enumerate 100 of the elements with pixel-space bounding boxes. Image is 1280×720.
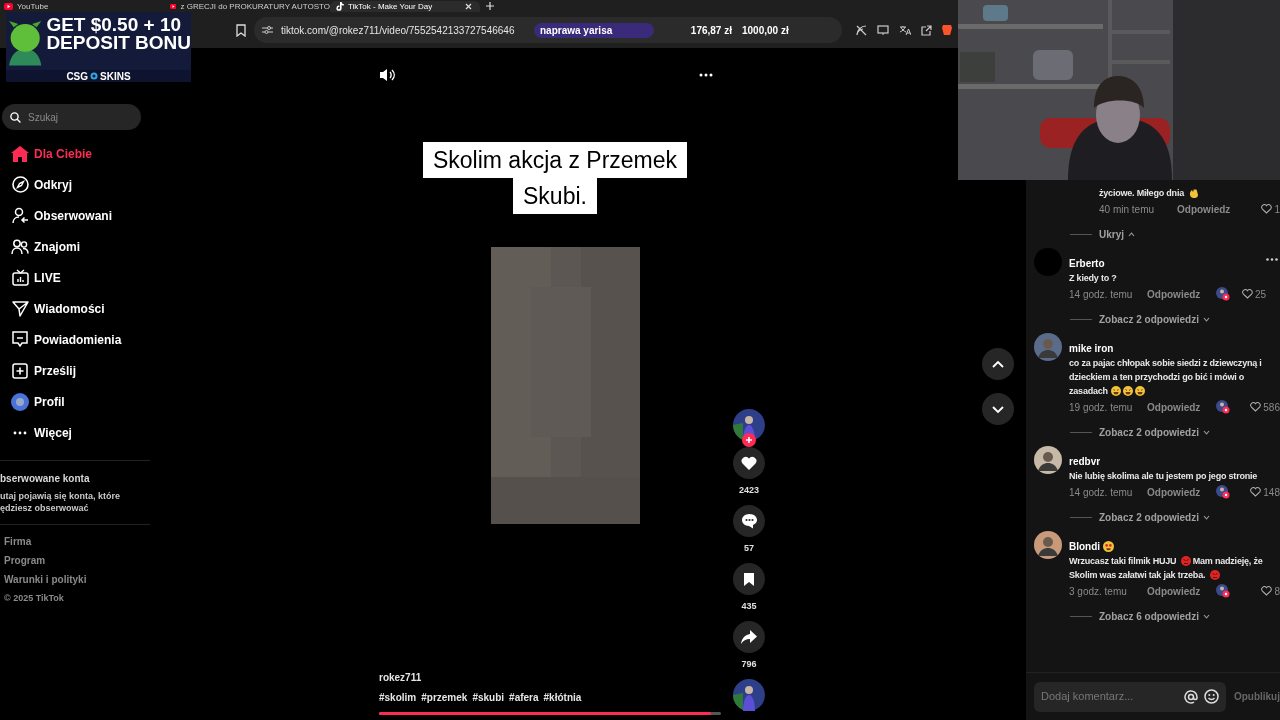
hashtag-link[interactable]: #afera (509, 690, 539, 705)
plus-square-icon (12, 362, 28, 379)
comment-time: 40 min temu (1099, 202, 1156, 217)
search-field[interactable]: Szukaj (28, 109, 128, 125)
comment-author[interactable]: Erberto (1069, 256, 1105, 271)
replies-toggle[interactable]: Zobacz 2 odpowiedzi (1099, 311, 1210, 327)
cast-icon[interactable] (877, 25, 889, 35)
nav-item[interactable]: Powiadomienia (0, 324, 190, 355)
browser-tab[interactable]: YouTube (0, 1, 168, 12)
footer-link[interactable]: Warunki i polityki (4, 573, 87, 587)
hint-text: utaj pojawią się konta, które ędziesz obserwować (0, 490, 122, 514)
action-button[interactable] (733, 621, 765, 653)
reply-link[interactable]: Odpowiedz (1147, 286, 1201, 302)
action-button[interactable] (733, 447, 765, 479)
heart-icon (1241, 289, 1253, 299)
person-arrow-icon (11, 207, 29, 224)
nav-item[interactable]: Odkryj (0, 169, 190, 200)
follow-button[interactable] (742, 433, 756, 447)
search-box[interactable]: Szukaj (2, 104, 141, 130)
author-name[interactable]: rokez711 (379, 670, 717, 685)
hashtag-link[interactable]: #skolim (379, 690, 417, 705)
url-text[interactable]: tiktok.com/@rokez711/video/7552542133727546646 (281, 22, 521, 38)
next-video-button[interactable] (982, 393, 1014, 425)
mention-icon[interactable] (1183, 689, 1198, 704)
comment-time: 19 godz. temu (1069, 400, 1134, 415)
avatar-icon[interactable] (1034, 446, 1062, 474)
like-button[interactable]: 25 (1241, 286, 1266, 302)
action-count: 796 (741, 659, 757, 669)
message-box-icon (12, 331, 28, 348)
hashtag-link[interactable]: #kłótnia (543, 690, 582, 705)
people-icon (11, 238, 29, 255)
nav-item[interactable]: Więcej (0, 417, 190, 448)
speech-bubble-icon (740, 513, 758, 529)
comment-text: życiowe. Miłego dnia (1099, 186, 1280, 200)
site-settings-icon[interactable] (262, 25, 273, 35)
nav-item[interactable]: Znajomi (0, 231, 190, 262)
bookmark-icon[interactable] (236, 23, 246, 37)
comment-text: Wrzucasz taki filmik HUJU Mam nadzieję, że Skolim was załatwi tak jak trzeba. (1069, 555, 1264, 582)
plus-icon (745, 436, 753, 444)
new-tab-icon[interactable] (486, 2, 494, 10)
speaker-icon[interactable] (379, 68, 395, 82)
comment-text: Nie lubię skolima ale tu jestem po jego stronie (1069, 470, 1259, 483)
more-icon[interactable] (1266, 258, 1278, 261)
comment-author[interactable]: mike iron (1069, 341, 1114, 356)
browser-tab[interactable]: z GRECJI do PROKURATURY AUTOSTO (168, 1, 330, 12)
video-caption: Skolim akcja z Przemek (422, 142, 688, 178)
replies-toggle[interactable]: Ukryj (1099, 226, 1135, 242)
reply-link[interactable]: Odpowiedz (1147, 583, 1201, 599)
compass-icon (11, 176, 29, 193)
reply-link[interactable]: Odpowiedz (1177, 201, 1231, 217)
avatar-icon (11, 392, 29, 411)
section-title: bserwowane konta (0, 472, 91, 486)
comment-author[interactable]: redbvr (1069, 454, 1101, 469)
footer-link[interactable]: Program (4, 554, 46, 568)
nav-item[interactable]: Prześlij (0, 355, 190, 386)
video-play-icon (170, 3, 177, 10)
bookmark-icon (743, 571, 755, 587)
comment-text: co za pajac chłopak sobie siedzi z dziewczyną i dzieckiem a ten przychodzi go bić i mówi o zasadach (1069, 357, 1263, 398)
emoji-icon[interactable] (1203, 689, 1219, 704)
more-icon[interactable] (699, 73, 713, 77)
action-button[interactable] (733, 563, 765, 595)
avatar-icon[interactable] (733, 679, 765, 711)
reply-link[interactable]: Odpowiedz (1147, 484, 1201, 500)
translate-icon[interactable] (899, 24, 911, 36)
nav-item[interactable]: LIVE (0, 262, 190, 293)
like-button[interactable]: 586 (1250, 399, 1280, 415)
comment-author[interactable]: Blondi (1069, 539, 1101, 554)
avatar-icon[interactable] (733, 409, 765, 441)
nav-item[interactable]: Profil (0, 386, 190, 417)
reply-link[interactable]: Odpowiedz (1147, 399, 1201, 415)
hashtag-link[interactable]: #przemek (421, 690, 468, 705)
brand-text: CSG (66, 69, 89, 82)
heart-icon (741, 456, 757, 470)
nav-item[interactable]: Wiadomości (0, 293, 190, 324)
share-icon[interactable] (921, 24, 932, 36)
like-button[interactable]: 1 (1261, 201, 1280, 217)
chevron-down-icon (1203, 514, 1210, 520)
avatar-icon[interactable] (1034, 531, 1062, 559)
angry-face-icon (1180, 556, 1191, 566)
laughing-face-icon (1111, 386, 1122, 396)
replies-toggle[interactable]: Zobacz 2 odpowiedzi (1099, 424, 1210, 440)
footer-link[interactable]: Firma (4, 535, 32, 549)
browser-tab[interactable]: TikTok - Make Your Day (330, 1, 480, 12)
replies-toggle[interactable]: Zobacz 6 odpowiedzi (1099, 608, 1210, 624)
replies-toggle[interactable]: Zobacz 2 odpowiedzi (1099, 509, 1210, 525)
video-play-icon (4, 3, 13, 10)
more-icon (13, 430, 27, 435)
heart-icon (1261, 586, 1273, 596)
chevron-up-icon (992, 360, 1004, 368)
nav-item[interactable]: Dla Ciebie (0, 138, 190, 169)
hashtag-link[interactable]: #skubi (472, 690, 505, 705)
laughing-face-icon (1123, 386, 1134, 396)
close-icon[interactable] (465, 3, 472, 10)
heart-icon (1261, 204, 1273, 214)
previous-video-button[interactable] (982, 348, 1014, 380)
like-button[interactable]: 8 (1261, 583, 1280, 599)
nav-item[interactable]: Obserwowani (0, 200, 190, 231)
lion-shield-icon[interactable] (942, 24, 952, 36)
like-button[interactable]: 148 (1250, 484, 1280, 500)
action-button[interactable] (733, 505, 765, 537)
